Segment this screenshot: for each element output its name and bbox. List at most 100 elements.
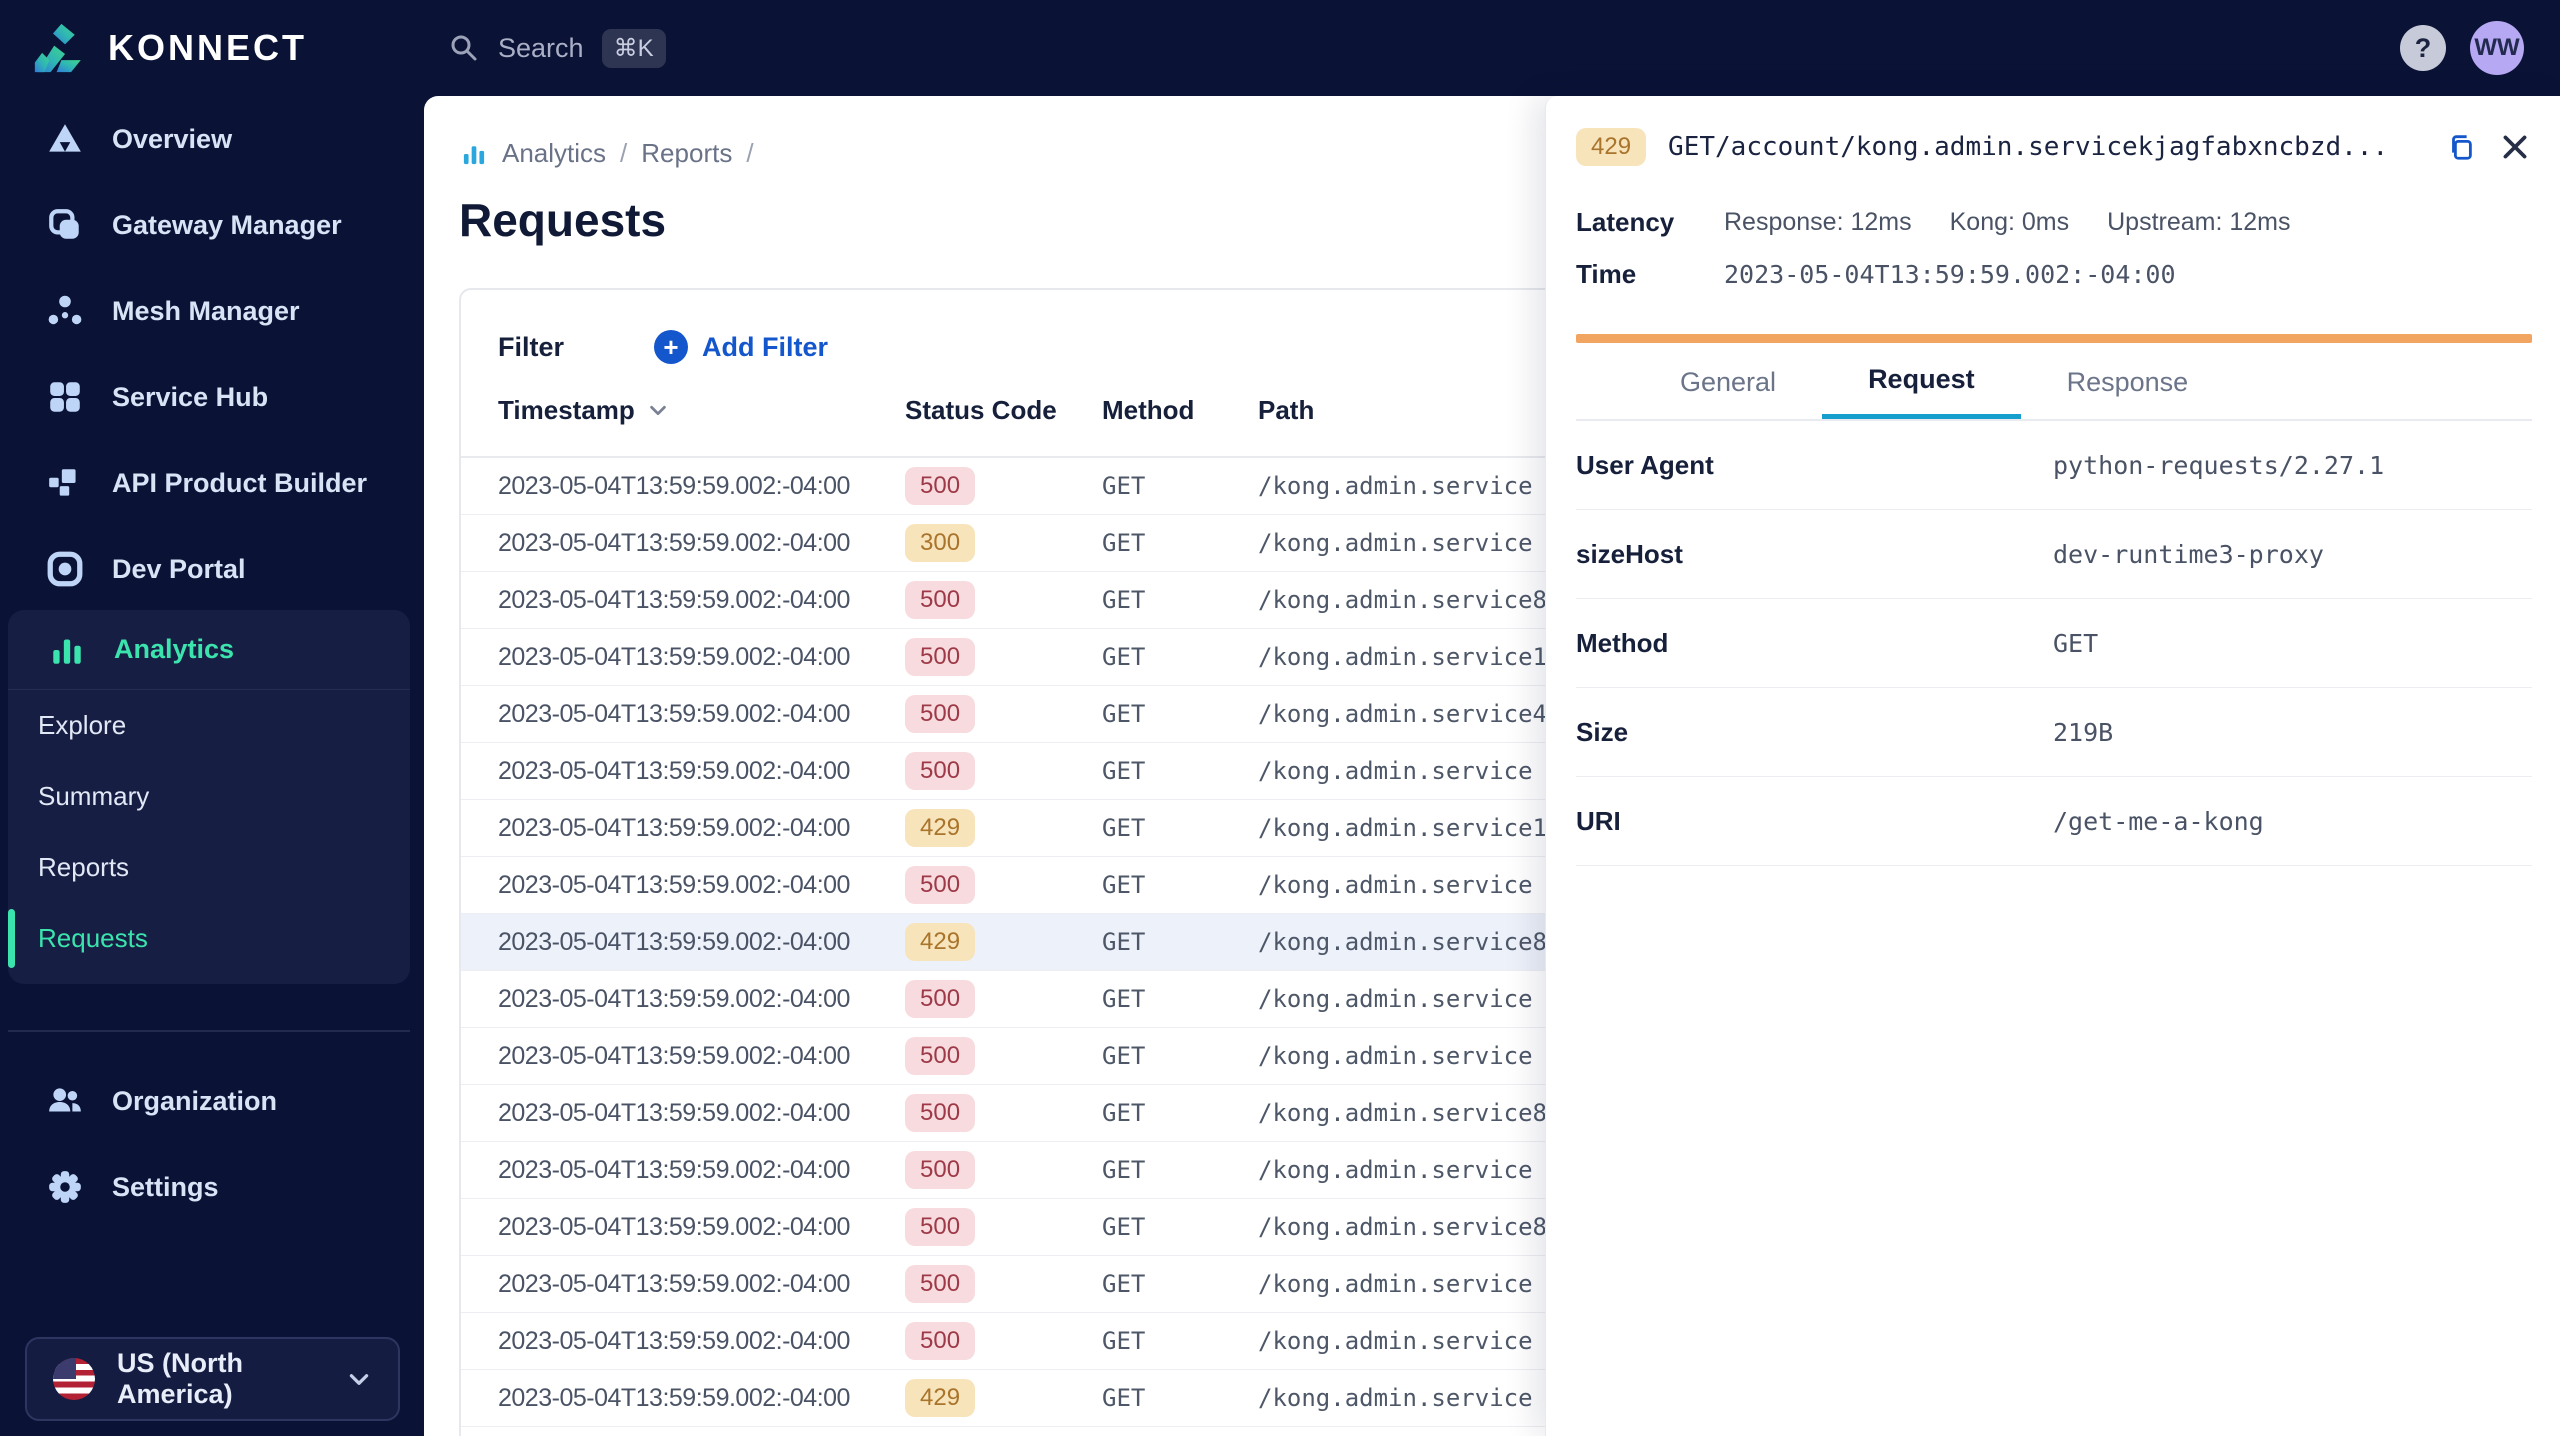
sidebar-item-gateway[interactable]: Gateway Manager [0,182,424,268]
copy-icon [2446,132,2476,162]
table-row[interactable]: 2023-05-04T13:59:59.002:-04:00 500 GET /… [461,1313,1598,1370]
status-badge: 500 [905,980,976,1018]
analytics-subitem[interactable]: Summary [8,761,410,832]
table-row[interactable]: 2023-05-04T13:59:59.002:-04:00 500 GET /… [461,1028,1598,1085]
status-badge: 500 [905,1094,976,1132]
timestamp-cell: 2023-05-04T13:59:59.002:-04:00 [498,1098,850,1127]
timestamp-cell: 2023-05-04T13:59:59.002:-04:00 [498,471,850,500]
mesh-icon [46,292,84,330]
sidebar-item-mesh[interactable]: Mesh Manager [0,268,424,354]
column-status-code[interactable]: Status Code [905,395,1102,426]
method-cell: GET [1102,1099,1146,1127]
sidebar-item-devportal[interactable]: Dev Portal [0,526,424,612]
table-body: 2023-05-04T13:59:59.002:-04:00 500 GET /… [461,456,1598,1427]
brand-name: KONNECT [108,27,307,68]
latency-part: Response: 12ms [1724,207,1912,236]
table-row[interactable]: 2023-05-04T13:59:59.002:-04:00 300 GET /… [461,515,1598,572]
sidebar-item-analytics[interactable]: Analytics [8,610,410,690]
status-badge: 500 [905,1151,976,1189]
timestamp-cell: 2023-05-04T13:59:59.002:-04:00 [498,1326,850,1355]
tab-request[interactable]: Request [1822,345,2021,419]
overview-icon [46,120,84,158]
table-row[interactable]: 2023-05-04T13:59:59.002:-04:00 500 GET /… [461,1142,1598,1199]
plus-icon: + [654,330,689,364]
sidebar-item-servicehub[interactable]: Service Hub [0,354,424,440]
analytics-icon [48,631,86,669]
method-cell: GET [1102,700,1146,728]
kong-logo-icon [30,19,88,77]
request-title: GET/account/kong.admin.servicekjagfabxnc… [1668,132,2389,162]
table-row[interactable]: 2023-05-04T13:59:59.002:-04:00 500 GET /… [461,686,1598,743]
servicehub-icon [46,378,84,416]
method-cell: GET [1102,757,1146,785]
timestamp-cell: 2023-05-04T13:59:59.002:-04:00 [498,756,850,785]
analytics-subitem[interactable]: Requests [8,903,410,974]
table-row[interactable]: 2023-05-04T13:59:59.002:-04:00 500 GET /… [461,629,1598,686]
sidebar-item-overview[interactable]: Overview [0,96,424,182]
table-row[interactable]: 2023-05-04T13:59:59.002:-04:00 429 GET /… [461,914,1598,971]
column-method[interactable]: Method [1102,395,1258,426]
column-timestamp[interactable]: Timestamp [498,395,905,426]
help-button[interactable]: ? [2400,25,2446,71]
timestamp-cell: 2023-05-04T13:59:59.002:-04:00 [498,1041,850,1070]
status-badge: 500 [905,638,976,676]
gateway-icon [46,206,84,244]
analytics-label: Analytics [114,634,235,664]
timestamp-cell: 2023-05-04T13:59:59.002:-04:00 [498,984,850,1013]
method-cell: GET [1102,1042,1146,1070]
detail-row: sizeHost dev-runtime3-proxy [1576,510,2532,599]
status-badge: 500 [905,866,976,904]
method-cell: GET [1102,472,1146,500]
search-icon [448,32,480,64]
table-header: Timestamp Status Code Method Path [461,364,1598,456]
sidebar-item-users[interactable]: Organization [0,1058,424,1144]
table-row[interactable]: 2023-05-04T13:59:59.002:-04:00 500 GET /… [461,1085,1598,1142]
table-row[interactable]: 2023-05-04T13:59:59.002:-04:00 500 GET /… [461,1199,1598,1256]
detail-value: python-requests/2.27.1 [2053,450,2385,480]
method-cell: GET [1102,529,1146,557]
search-input[interactable]: Search ⌘K [448,28,666,68]
status-badge: 500 [905,695,976,733]
sidebar-item-apibuilder[interactable]: API Product Builder [0,440,424,526]
detail-row: Size 219B [1576,688,2532,777]
detail-value: dev-runtime3-proxy [2053,539,2324,569]
detail-value: /get-me-a-kong [2053,806,2264,836]
status-badge: 429 [905,809,976,847]
detail-value: GET [2053,628,2099,658]
analytics-breadcrumb-icon [460,140,488,168]
breadcrumb-analytics[interactable]: Analytics [502,138,606,169]
table-row[interactable]: 2023-05-04T13:59:59.002:-04:00 500 GET /… [461,971,1598,1028]
status-badge: 500 [905,1322,976,1360]
user-avatar[interactable]: WW [2470,21,2524,75]
add-filter-button[interactable]: + Add Filter [654,330,828,364]
users-icon [46,1082,84,1120]
brand-logo[interactable]: KONNECT [30,19,410,77]
breadcrumb-reports[interactable]: Reports [641,138,732,169]
analytics-section: Analytics Explore Summary Reports Reques… [8,610,410,984]
detail-row: User Agent python-requests/2.27.1 [1576,421,2532,510]
table-row[interactable]: 2023-05-04T13:59:59.002:-04:00 500 GET /… [461,458,1598,515]
table-row[interactable]: 2023-05-04T13:59:59.002:-04:00 500 GET /… [461,1256,1598,1313]
table-row[interactable]: 2023-05-04T13:59:59.002:-04:00 500 GET /… [461,743,1598,800]
analytics-subitem[interactable]: Explore [8,690,410,761]
filter-label: Filter [498,331,565,362]
request-details: User Agent python-requests/2.27.1 sizeHo… [1576,421,2532,866]
sort-chevron-icon [647,399,669,421]
sidebar-item-gear[interactable]: Settings [0,1144,424,1230]
close-button[interactable] [2498,130,2532,164]
latency-part: Kong: 0ms [1949,207,2070,236]
us-flag-icon [53,1358,95,1400]
table-row[interactable]: 2023-05-04T13:59:59.002:-04:00 429 GET /… [461,800,1598,857]
analytics-subitem[interactable]: Reports [8,832,410,903]
table-row[interactable]: 2023-05-04T13:59:59.002:-04:00 500 GET /… [461,857,1598,914]
status-badge: 429 [905,1379,976,1417]
timestamp-cell: 2023-05-04T13:59:59.002:-04:00 [498,1383,850,1412]
table-row[interactable]: 2023-05-04T13:59:59.002:-04:00 500 GET /… [461,572,1598,629]
search-placeholder: Search [498,32,584,63]
copy-button[interactable] [2446,132,2476,162]
tab-response[interactable]: Response [2021,345,2235,419]
region-selector[interactable]: US (North America) [25,1337,400,1421]
tab-general[interactable]: General [1634,345,1822,419]
table-row[interactable]: 2023-05-04T13:59:59.002:-04:00 429 GET /… [461,1370,1598,1427]
detail-label: sizeHost [1576,538,1683,569]
